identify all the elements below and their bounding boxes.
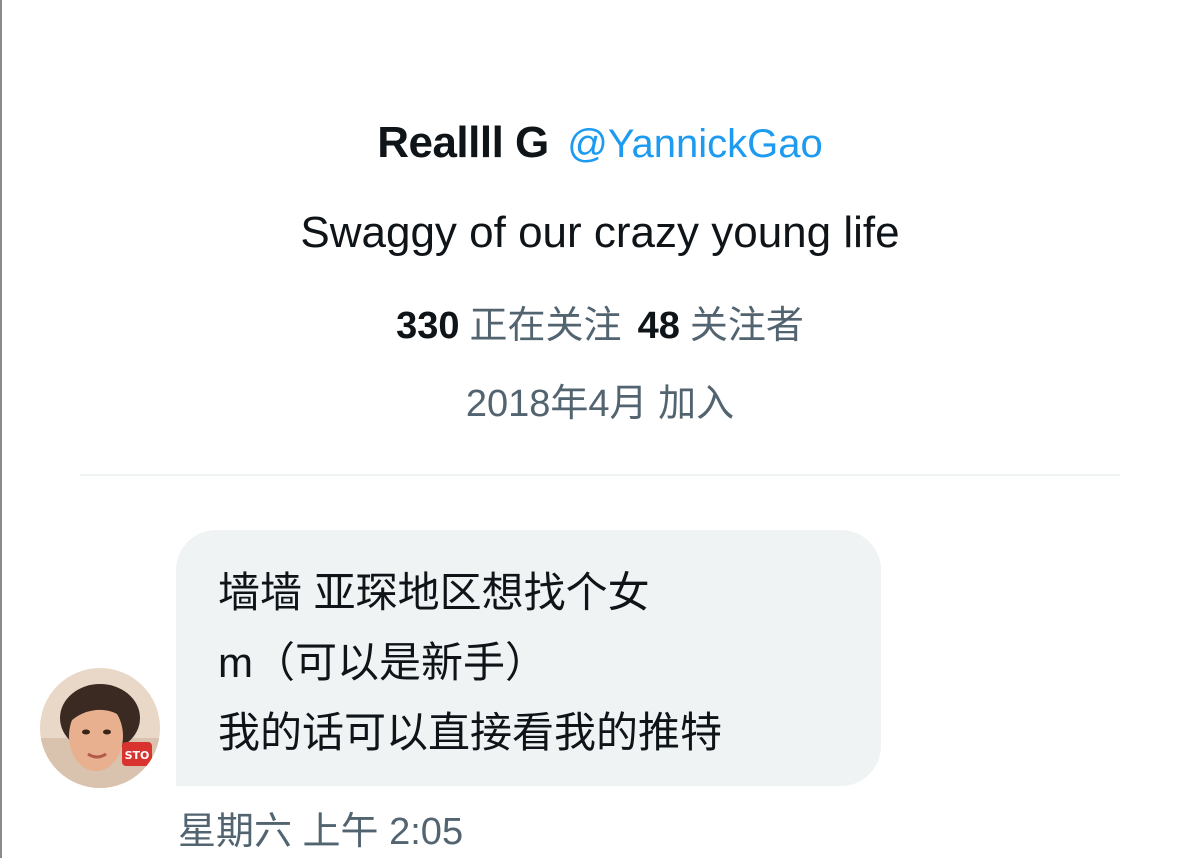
following-count: 330 (396, 305, 460, 347)
profile-handle[interactable]: @YannickGao (567, 122, 823, 166)
following-label: 正在关注 (469, 305, 622, 347)
followers-label: 关注者 (689, 305, 804, 347)
profile-bio: Swaggy of our crazy young life (300, 208, 900, 257)
message-line: m（可以是新手） (218, 639, 547, 686)
message-line: 我的话可以直接看我的推特 (218, 709, 723, 756)
following-stat[interactable]: 330 正在关注 (396, 305, 621, 347)
avatar-sign-text: STO (125, 749, 150, 762)
message-bubble[interactable]: 墙墙 亚琛地区想找个女 m（可以是新手） 我的话可以直接看我的推特 (176, 530, 881, 786)
followers-count: 48 (637, 305, 680, 347)
profile-stats: 330 正在关注 48 关注者 (0, 294, 1200, 349)
profile-joined-date: 2018年4月 加入 (465, 383, 735, 425)
header-divider (80, 474, 1120, 476)
followers-stat[interactable]: 48 关注者 (638, 305, 804, 347)
profile-display-name[interactable]: Reallll G (377, 118, 549, 167)
sender-avatar[interactable]: STO (40, 668, 160, 788)
message-line: 墙墙 亚琛地区想找个女 (218, 569, 650, 616)
profile-name-row: Reallll G @YannickGao (0, 118, 1200, 168)
message-timestamp: 星期六 上午 2:05 (178, 811, 464, 853)
avatar-photo: STO (40, 668, 160, 788)
profile-header: Reallll G @YannickGao Swaggy of our craz… (0, 0, 1200, 470)
